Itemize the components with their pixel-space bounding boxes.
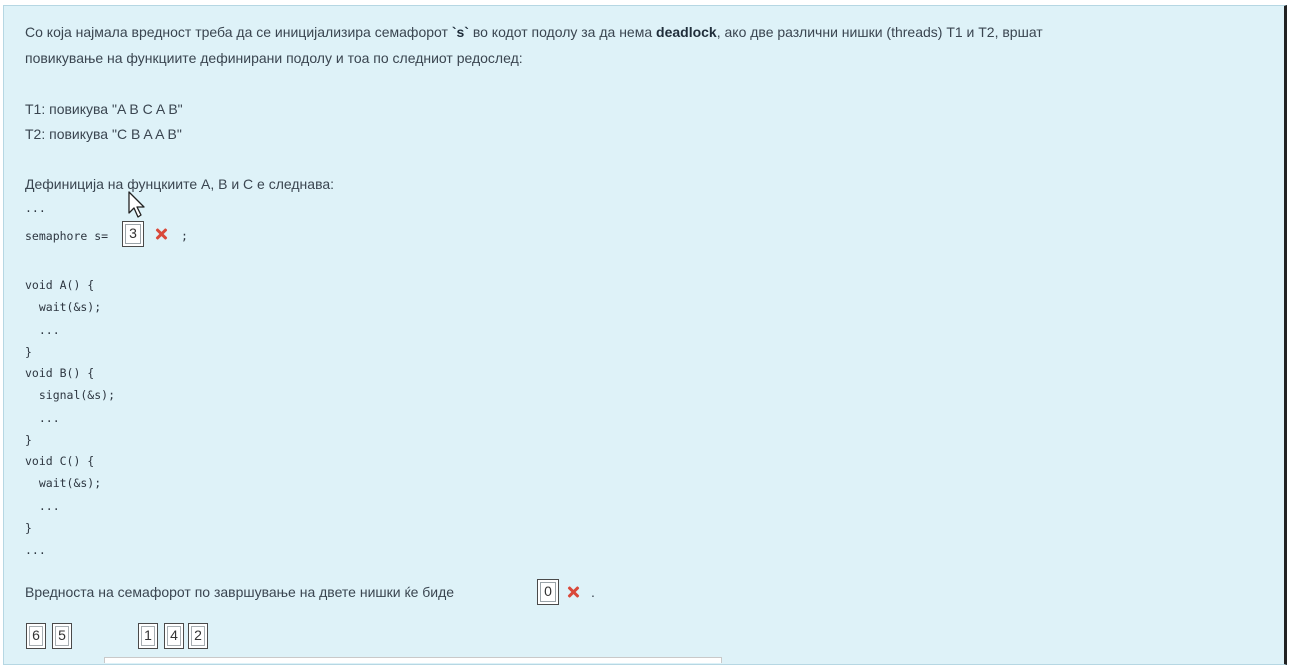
final-value-answer-input[interactable]: 0 [537,579,559,605]
code-line: } [25,521,32,535]
semaphore-declaration-prefix: semaphore s= [25,229,109,243]
drag-option-4[interactable]: 4 [164,623,184,649]
cross-icon [567,586,579,598]
semaphore-name: `s` [451,24,469,40]
code-line: void A() { [25,278,95,292]
code-line: wait(&s); [25,476,102,490]
code-line: ... [25,499,60,513]
drag-option-2[interactable]: 2 [188,623,208,649]
code-line: signal(&s); [25,388,116,402]
code-line: } [25,345,32,359]
bottom-panel-edge [104,657,722,663]
code-ellipsis-top: ... [25,201,46,215]
drag-option-5[interactable]: 5 [52,623,72,649]
question-text-line-2: повикување на функциите дефинирани подол… [25,50,523,66]
screen: Со која најмала вредност треба да се ини… [0,0,1291,665]
deadlock-keyword: deadlock [656,24,717,40]
code-line: ... [25,543,46,557]
final-value-suffix: . [591,584,595,600]
semaphore-init-answer-input[interactable]: 3 [122,221,144,247]
question-text-line-1: Со која најмала вредност треба да се ини… [25,24,1043,40]
code-line: ... [25,323,60,337]
thread-t2-calls: T2: повикува "C B A A B" [25,126,182,142]
code-line: ... [25,411,60,425]
cross-icon [155,228,167,240]
drag-option-1[interactable]: 1 [138,623,158,649]
thread-t1-calls: T1: повикува "A B C A B" [25,101,183,117]
code-line: void C() { [25,454,95,468]
final-value-sentence: Вредноста на семафорот по завршување на … [25,584,455,600]
question-text-part: Со која најмала вредност треба да се ини… [25,24,452,40]
mouse-pointer-icon [128,191,145,218]
code-line: void B() { [25,366,95,380]
drag-option-6[interactable]: 6 [26,623,46,649]
question-text-part: во кодот подолу за да нема [468,24,657,40]
code-line: wait(&s); [25,300,102,314]
question-panel: Со која најмала вредност треба да се ини… [3,5,1287,665]
definition-intro: Дефиниција на фунцкиите A, B и C е следн… [25,176,335,192]
semaphore-declaration-suffix: ; [181,229,188,243]
question-text-part: , ако две различни нишки (threads) T1 и … [716,24,1043,40]
code-line: } [25,433,32,447]
